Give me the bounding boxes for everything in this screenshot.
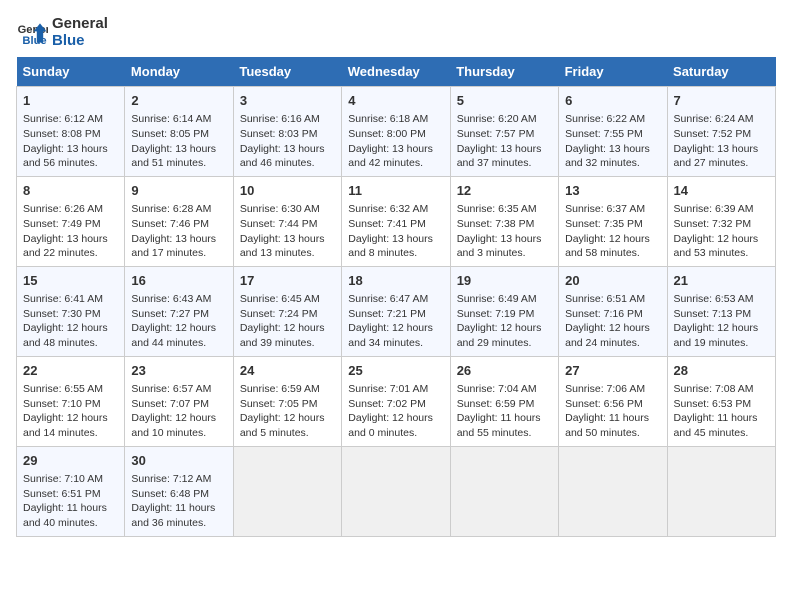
- day-cell: 30Sunrise: 7:12 AMSunset: 6:48 PMDayligh…: [125, 446, 233, 536]
- day-cell: 20Sunrise: 6:51 AMSunset: 7:16 PMDayligh…: [559, 266, 667, 356]
- col-header-tuesday: Tuesday: [233, 57, 341, 87]
- day-number: 8: [23, 182, 118, 200]
- calendar-row: 8Sunrise: 6:26 AMSunset: 7:49 PMDaylight…: [17, 176, 776, 266]
- day-cell: 28Sunrise: 7:08 AMSunset: 6:53 PMDayligh…: [667, 356, 775, 446]
- day-cell: 1Sunrise: 6:12 AMSunset: 8:08 PMDaylight…: [17, 87, 125, 177]
- day-number: 10: [240, 182, 335, 200]
- day-cell: 4Sunrise: 6:18 AMSunset: 8:00 PMDaylight…: [342, 87, 450, 177]
- day-cell: 8Sunrise: 6:26 AMSunset: 7:49 PMDaylight…: [17, 176, 125, 266]
- day-cell: 24Sunrise: 6:59 AMSunset: 7:05 PMDayligh…: [233, 356, 341, 446]
- day-number: 16: [131, 272, 226, 290]
- day-number: 2: [131, 92, 226, 110]
- day-number: 30: [131, 452, 226, 470]
- day-number: 9: [131, 182, 226, 200]
- day-number: 15: [23, 272, 118, 290]
- empty-cell: [342, 446, 450, 536]
- day-cell: 21Sunrise: 6:53 AMSunset: 7:13 PMDayligh…: [667, 266, 775, 356]
- day-number: 6: [565, 92, 660, 110]
- day-cell: 12Sunrise: 6:35 AMSunset: 7:38 PMDayligh…: [450, 176, 558, 266]
- day-cell: 15Sunrise: 6:41 AMSunset: 7:30 PMDayligh…: [17, 266, 125, 356]
- day-number: 19: [457, 272, 552, 290]
- empty-cell: [559, 446, 667, 536]
- day-cell: 25Sunrise: 7:01 AMSunset: 7:02 PMDayligh…: [342, 356, 450, 446]
- day-number: 26: [457, 362, 552, 380]
- day-cell: 19Sunrise: 6:49 AMSunset: 7:19 PMDayligh…: [450, 266, 558, 356]
- col-header-thursday: Thursday: [450, 57, 558, 87]
- day-cell: 6Sunrise: 6:22 AMSunset: 7:55 PMDaylight…: [559, 87, 667, 177]
- day-cell: 9Sunrise: 6:28 AMSunset: 7:46 PMDaylight…: [125, 176, 233, 266]
- day-number: 25: [348, 362, 443, 380]
- calendar-row: 1Sunrise: 6:12 AMSunset: 8:08 PMDaylight…: [17, 87, 776, 177]
- logo-text-general: General: [52, 16, 108, 33]
- day-cell: 17Sunrise: 6:45 AMSunset: 7:24 PMDayligh…: [233, 266, 341, 356]
- day-cell: 14Sunrise: 6:39 AMSunset: 7:32 PMDayligh…: [667, 176, 775, 266]
- empty-cell: [233, 446, 341, 536]
- calendar-row: 15Sunrise: 6:41 AMSunset: 7:30 PMDayligh…: [17, 266, 776, 356]
- day-cell: 22Sunrise: 6:55 AMSunset: 7:10 PMDayligh…: [17, 356, 125, 446]
- day-number: 20: [565, 272, 660, 290]
- day-number: 23: [131, 362, 226, 380]
- day-number: 28: [674, 362, 769, 380]
- logo: General Blue General Blue: [16, 16, 108, 49]
- day-cell: 27Sunrise: 7:06 AMSunset: 6:56 PMDayligh…: [559, 356, 667, 446]
- day-cell: 26Sunrise: 7:04 AMSunset: 6:59 PMDayligh…: [450, 356, 558, 446]
- day-cell: 10Sunrise: 6:30 AMSunset: 7:44 PMDayligh…: [233, 176, 341, 266]
- day-cell: 11Sunrise: 6:32 AMSunset: 7:41 PMDayligh…: [342, 176, 450, 266]
- logo-icon: General Blue: [16, 17, 48, 49]
- day-number: 29: [23, 452, 118, 470]
- col-header-friday: Friday: [559, 57, 667, 87]
- day-cell: 23Sunrise: 6:57 AMSunset: 7:07 PMDayligh…: [125, 356, 233, 446]
- col-header-sunday: Sunday: [17, 57, 125, 87]
- day-cell: 13Sunrise: 6:37 AMSunset: 7:35 PMDayligh…: [559, 176, 667, 266]
- header: General Blue General Blue: [16, 16, 776, 49]
- day-number: 5: [457, 92, 552, 110]
- day-number: 27: [565, 362, 660, 380]
- day-cell: 3Sunrise: 6:16 AMSunset: 8:03 PMDaylight…: [233, 87, 341, 177]
- day-number: 3: [240, 92, 335, 110]
- day-number: 17: [240, 272, 335, 290]
- day-number: 7: [674, 92, 769, 110]
- day-number: 13: [565, 182, 660, 200]
- day-number: 21: [674, 272, 769, 290]
- day-number: 14: [674, 182, 769, 200]
- day-number: 18: [348, 272, 443, 290]
- col-header-monday: Monday: [125, 57, 233, 87]
- day-number: 1: [23, 92, 118, 110]
- day-number: 12: [457, 182, 552, 200]
- day-cell: 7Sunrise: 6:24 AMSunset: 7:52 PMDaylight…: [667, 87, 775, 177]
- logo-text-blue: Blue: [52, 33, 108, 50]
- day-cell: 29Sunrise: 7:10 AMSunset: 6:51 PMDayligh…: [17, 446, 125, 536]
- empty-cell: [667, 446, 775, 536]
- day-number: 11: [348, 182, 443, 200]
- day-number: 22: [23, 362, 118, 380]
- empty-cell: [450, 446, 558, 536]
- day-cell: 18Sunrise: 6:47 AMSunset: 7:21 PMDayligh…: [342, 266, 450, 356]
- col-header-wednesday: Wednesday: [342, 57, 450, 87]
- col-header-saturday: Saturday: [667, 57, 775, 87]
- calendar-row: 22Sunrise: 6:55 AMSunset: 7:10 PMDayligh…: [17, 356, 776, 446]
- day-number: 4: [348, 92, 443, 110]
- day-number: 24: [240, 362, 335, 380]
- day-cell: 5Sunrise: 6:20 AMSunset: 7:57 PMDaylight…: [450, 87, 558, 177]
- calendar-table: SundayMondayTuesdayWednesdayThursdayFrid…: [16, 57, 776, 537]
- calendar-row: 29Sunrise: 7:10 AMSunset: 6:51 PMDayligh…: [17, 446, 776, 536]
- day-cell: 2Sunrise: 6:14 AMSunset: 8:05 PMDaylight…: [125, 87, 233, 177]
- day-cell: 16Sunrise: 6:43 AMSunset: 7:27 PMDayligh…: [125, 266, 233, 356]
